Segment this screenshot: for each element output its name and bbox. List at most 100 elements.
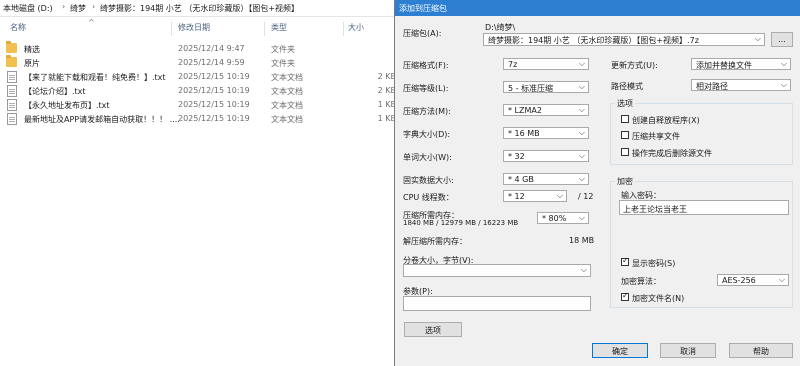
file-row[interactable]: 【永久地址发布页】.txt 2025/12/15 10:19 文本文档 1 KB	[6, 98, 396, 112]
shared-files-checkbox-label[interactable]: 压缩共享文件	[632, 131, 680, 142]
file-row[interactable]: 【来了就能下载和观看！纯免费！】.txt 2025/12/15 10:19 文本…	[6, 70, 396, 84]
dictionary-select[interactable]: * 16 MB ⌵	[503, 127, 589, 139]
archive-name-value: 绮梦摄影：194期 小艺 （无水印珍藏版）【图包+视频】.7z	[488, 36, 699, 45]
encrypt-names-label[interactable]: 加密文件名(N)	[632, 293, 684, 304]
file-date: 2025/12/15 10:19	[178, 114, 250, 123]
method-value: * LZMA2	[508, 106, 542, 115]
word-size-value: * 32	[508, 152, 525, 161]
show-password-label[interactable]: 显示密码(S)	[632, 258, 675, 269]
options-group-title: 选项	[615, 98, 635, 109]
sort-ascending-icon: ^	[88, 18, 95, 27]
dialog-titlebar[interactable]: 添加到压缩包	[395, 0, 800, 16]
sfx-checkbox[interactable]	[621, 115, 629, 123]
cpu-threads-max: / 12	[578, 192, 594, 201]
help-button[interactable]: 帮助	[729, 343, 793, 358]
browse-button-label: ...	[778, 35, 786, 44]
update-mode-select[interactable]: 添加并替换文件 ⌵	[691, 58, 791, 70]
file-date: 2025/12/15 10:19	[178, 72, 250, 81]
breadcrumb-separator-icon: ›	[92, 2, 96, 11]
dictionary-label: 字典大小(D):	[403, 130, 451, 139]
file-row[interactable]: 最新地址及APP请发邮箱自动获取！！！ .... 2025/12/15 10:1…	[6, 112, 396, 126]
archive-directory: D:\绮梦\	[485, 23, 516, 32]
file-date: 2025/12/14 9:47	[178, 44, 245, 53]
parameters-input[interactable]	[403, 296, 591, 311]
file-type: 文件夹	[271, 45, 295, 54]
file-row[interactable]: 【论坛介绍】.txt 2025/12/15 10:19 文本文档 2 KB	[6, 84, 396, 98]
column-divider[interactable]	[343, 22, 344, 36]
browse-button[interactable]: ...	[771, 32, 793, 47]
chevron-down-icon: ⌵	[780, 80, 787, 89]
chevron-down-icon: ⌵	[780, 59, 787, 68]
update-mode-label: 更新方式(U):	[611, 61, 658, 70]
column-header-size[interactable]: 大小	[348, 22, 364, 37]
format-label: 压缩格式(F):	[403, 61, 449, 70]
chevron-down-icon: ⌵	[578, 174, 585, 183]
file-name: 精选	[24, 45, 40, 54]
encryption-method-select[interactable]: AES-256 ⌵	[717, 274, 789, 286]
ok-button[interactable]: 确定	[592, 343, 648, 358]
archive-label: 压缩包(A):	[403, 29, 442, 38]
file-type: 文件夹	[271, 59, 295, 68]
path-mode-select[interactable]: 相对路径 ⌵	[691, 79, 791, 91]
breadcrumb-item-folder[interactable]: 绮梦	[70, 3, 86, 14]
file-name: 原片	[24, 59, 40, 68]
delete-after-checkbox-label[interactable]: 操作完成后删除源文件	[632, 148, 712, 159]
file-type: 文本文档	[271, 87, 303, 96]
file-row[interactable]: 原片 2025/12/14 9:59 文件夹	[6, 55, 396, 70]
password-input[interactable]: 上老王论坛当老王	[619, 200, 789, 215]
cpu-threads-value: * 12	[508, 192, 525, 201]
file-name: 【来了就能下载和观看！纯免费！】.txt	[24, 73, 166, 82]
shared-files-checkbox[interactable]	[621, 131, 629, 139]
chevron-down-icon: ⌵	[578, 105, 585, 114]
decompress-memory-value: 18 MB	[569, 236, 595, 245]
chevron-down-icon[interactable]: ⌵	[755, 34, 761, 44]
level-select[interactable]: 5 - 标准压缩 ⌵	[503, 81, 589, 93]
folder-icon	[6, 41, 17, 53]
text-file-icon	[7, 85, 17, 97]
cancel-button[interactable]: 取消	[660, 343, 716, 358]
column-header-date[interactable]: 修改日期	[178, 22, 210, 37]
cpu-threads-select[interactable]: * 12 ⌵	[503, 190, 567, 202]
path-mode-label: 路径模式	[611, 82, 643, 91]
chevron-down-icon: ⌵	[578, 213, 585, 222]
ok-button-label: 确定	[612, 347, 628, 356]
file-date: 2025/12/15 10:19	[178, 86, 250, 95]
memory-percent-select[interactable]: * 80% ⌵	[537, 212, 589, 224]
options-button-label: 选项	[425, 326, 441, 335]
options-button[interactable]: 选项	[404, 322, 462, 337]
split-volume-combo[interactable]: ⌵	[403, 264, 591, 277]
file-type: 文本文档	[271, 115, 303, 124]
text-file-icon	[7, 99, 17, 111]
sfx-checkbox-label[interactable]: 创建自释放程序(X)	[632, 115, 700, 126]
level-label: 压缩等级(L):	[403, 84, 449, 93]
word-size-select[interactable]: * 32 ⌵	[503, 150, 589, 162]
chevron-down-icon: ⌵	[580, 265, 587, 274]
show-password-checkbox[interactable]	[621, 256, 629, 266]
chevron-down-icon: ⌵	[578, 128, 585, 137]
column-divider[interactable]	[171, 22, 172, 36]
format-select[interactable]: 7z ⌵	[503, 58, 589, 70]
file-name: 最新地址及APP请发邮箱自动获取！！！ ....	[24, 115, 180, 124]
column-header-type[interactable]: 类型	[271, 22, 287, 37]
archive-name-combo[interactable]: 绮梦摄影：194期 小艺 （无水印珍藏版）【图包+视频】.7z ⌵	[483, 33, 765, 46]
breadcrumb-item-drive[interactable]: 本地磁盘 (D:)	[3, 3, 53, 14]
file-name: 【永久地址发布页】.txt	[24, 101, 110, 110]
encryption-method-value: AES-256	[722, 276, 756, 285]
method-label: 压缩方法(M):	[403, 107, 451, 116]
text-file-icon	[7, 113, 17, 125]
delete-after-checkbox[interactable]	[621, 148, 629, 156]
file-name: 【论坛介绍】.txt	[24, 87, 86, 96]
column-divider[interactable]	[264, 22, 265, 36]
file-type: 文本文档	[271, 73, 303, 82]
password-value: 上老王论坛当老王	[623, 205, 687, 214]
add-to-archive-dialog: 添加到压缩包 压缩包(A): D:\绮梦\ 绮梦摄影：194期 小艺 （无水印珍…	[394, 0, 800, 366]
column-header-name[interactable]: 名称	[10, 22, 26, 37]
solid-block-select[interactable]: * 4 GB ⌵	[503, 173, 589, 185]
method-select[interactable]: * LZMA2 ⌵	[503, 104, 589, 116]
file-row[interactable]: 精选 2025/12/14 9:47 文件夹	[6, 41, 396, 56]
encrypt-names-checkbox[interactable]	[621, 291, 629, 301]
chevron-down-icon: ⌵	[578, 151, 585, 160]
folder-icon	[6, 55, 17, 67]
breadcrumb-item-current[interactable]: 绮梦摄影：194期 小艺 （无水印珍藏版）【图包+视频】	[100, 3, 299, 14]
solid-block-value: * 4 GB	[508, 175, 534, 184]
